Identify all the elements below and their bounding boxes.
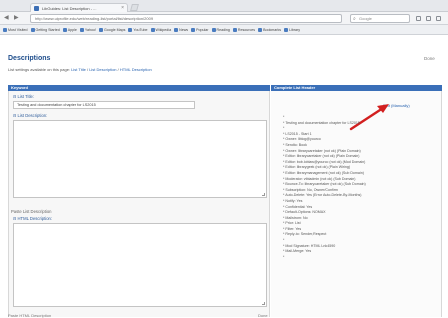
- bookmark-label: Wikipedia: [155, 27, 172, 32]
- done-link[interactable]: Done: [424, 56, 435, 61]
- bookmark-item[interactable]: Google Maps: [99, 27, 126, 32]
- bookmark-label: Resources: [237, 27, 256, 32]
- bookmark-folder-icon: [284, 27, 289, 32]
- link-html-description[interactable]: HTML Description: [120, 67, 152, 72]
- bookmark-label: Getting Started: [35, 27, 60, 32]
- favicon-icon: [34, 5, 39, 11]
- bookmark-label: News: [179, 27, 189, 32]
- back-arrow-icon[interactable]: ◀: [4, 15, 9, 22]
- bookmark-label: Reading: [216, 27, 230, 32]
- bookmark-item[interactable]: Popular: [191, 27, 209, 32]
- bookmark-label: YouTube: [133, 27, 148, 32]
- list-description-label: ⊟List Description:: [13, 113, 47, 118]
- expand-icon: ⊟: [13, 94, 17, 99]
- subtitle-prefix: List settings available on this page:: [8, 67, 71, 72]
- tab-close-icon[interactable]: ×: [121, 5, 124, 11]
- resize-grip-icon[interactable]: [262, 302, 265, 305]
- bookmark-folder-icon: [3, 27, 7, 32]
- page-title: Descriptions: [8, 55, 51, 62]
- bookmark-folder-icon: [232, 27, 237, 32]
- browser-tab[interactable]: LibGuides: List Description - ... ×: [30, 3, 128, 12]
- list-description-textarea[interactable]: [13, 120, 267, 198]
- bookmark-item[interactable]: YouTube: [128, 27, 148, 32]
- list-title-input[interactable]: Testing and documentation chapter for LS…: [13, 101, 195, 109]
- bookmark-label: Library: [289, 27, 301, 32]
- url-field[interactable]: http://www.uiprofile.edu/web/reading-lis…: [30, 14, 342, 23]
- search-icon: ⌕: [353, 16, 356, 22]
- bookmark-label: Yahoo!: [84, 27, 97, 32]
- home-icon[interactable]: [436, 16, 441, 21]
- browser-tab-strip: LibGuides: List Description - ... ×: [0, 0, 448, 12]
- bookmark-item[interactable]: Resources: [232, 27, 256, 32]
- bookmarks-bar: Most Visited Getting Started Apple Yahoo! Go…: [0, 25, 448, 35]
- bookmark-folder-icon: [211, 27, 216, 32]
- bookmark-item[interactable]: News: [174, 27, 189, 32]
- bookmark-label: Most Visited: [8, 27, 28, 32]
- expand-icon: ⊟: [13, 216, 17, 221]
- bookmark-item[interactable]: Reading: [211, 27, 230, 32]
- bookmark-item[interactable]: Apple: [62, 27, 77, 32]
- page-content: Descriptions List settings available on …: [0, 35, 448, 318]
- link-list-description[interactable]: List Description: [89, 67, 116, 72]
- list-description-label-text: List Description:: [17, 113, 48, 118]
- new-tab-button[interactable]: [130, 4, 139, 11]
- bookmark-item[interactable]: Wikipedia: [150, 27, 172, 32]
- tab-title: LibGuides: List Description - ...: [42, 5, 97, 11]
- bookmark-folder-icon: [62, 27, 67, 32]
- bookmark-folder-icon: [150, 27, 155, 32]
- bookmark-item[interactable]: Getting Started: [30, 27, 60, 32]
- list-header-text: * * Testing and documentation chapter for…: [283, 115, 433, 260]
- browser-search-field[interactable]: ⌕ Google: [350, 14, 410, 23]
- list-title-label-text: List Title:: [17, 94, 35, 99]
- bookmark-label: Bookmarks: [263, 27, 282, 32]
- bookmark-folder-icon: [128, 27, 133, 32]
- paste-html-description-label: Paste HTML Description: [8, 313, 52, 318]
- html-description-label-text: HTML Description:: [17, 216, 53, 221]
- bookmark-label: Popular: [196, 27, 209, 32]
- download-icon[interactable]: [426, 16, 431, 21]
- bookmark-icon[interactable]: [416, 16, 421, 21]
- bookmark-item[interactable]: Library: [284, 27, 301, 32]
- list-title-label: ⊟List Title:: [13, 94, 34, 99]
- html-description-textarea[interactable]: [13, 223, 267, 307]
- keyword-panel: ⊟List Title: Testing and documentation c…: [8, 91, 270, 317]
- header-line: *: [283, 254, 285, 259]
- footer-done-link[interactable]: Done: [258, 313, 268, 318]
- search-placeholder: Google: [359, 16, 372, 21]
- resize-grip-icon[interactable]: [262, 193, 265, 196]
- bookmark-label: Apple: [67, 27, 77, 32]
- paste-list-description-label: Paste List Description: [11, 209, 52, 214]
- bookmark-folder-icon: [30, 27, 35, 32]
- list-header-panel: Edit (Manually) * * Testing and documenta…: [271, 91, 442, 317]
- page-subtitle: List settings available on this page: Li…: [8, 67, 152, 72]
- bookmark-item[interactable]: Yahoo!: [79, 27, 97, 32]
- bookmark-folder-icon: [99, 27, 104, 32]
- bookmark-folder-icon: [191, 27, 196, 32]
- bookmark-label: Google Maps: [104, 27, 126, 32]
- bookmark-folder-icon: [258, 27, 263, 32]
- bookmark-item[interactable]: Most Visited: [3, 27, 28, 32]
- bookmark-folder-icon: [79, 27, 84, 32]
- link-list-title[interactable]: List Title: [71, 67, 86, 72]
- forward-arrow-icon[interactable]: ▶: [14, 15, 19, 22]
- html-description-label: ⊟HTML Description:: [13, 216, 52, 221]
- address-bar-row: ◀ ▶ http://www.uiprofile.edu/web/reading…: [0, 12, 448, 25]
- bookmark-item[interactable]: Bookmarks: [258, 27, 282, 32]
- expand-icon: ⊟: [13, 113, 17, 118]
- bookmark-folder-icon: [174, 27, 179, 32]
